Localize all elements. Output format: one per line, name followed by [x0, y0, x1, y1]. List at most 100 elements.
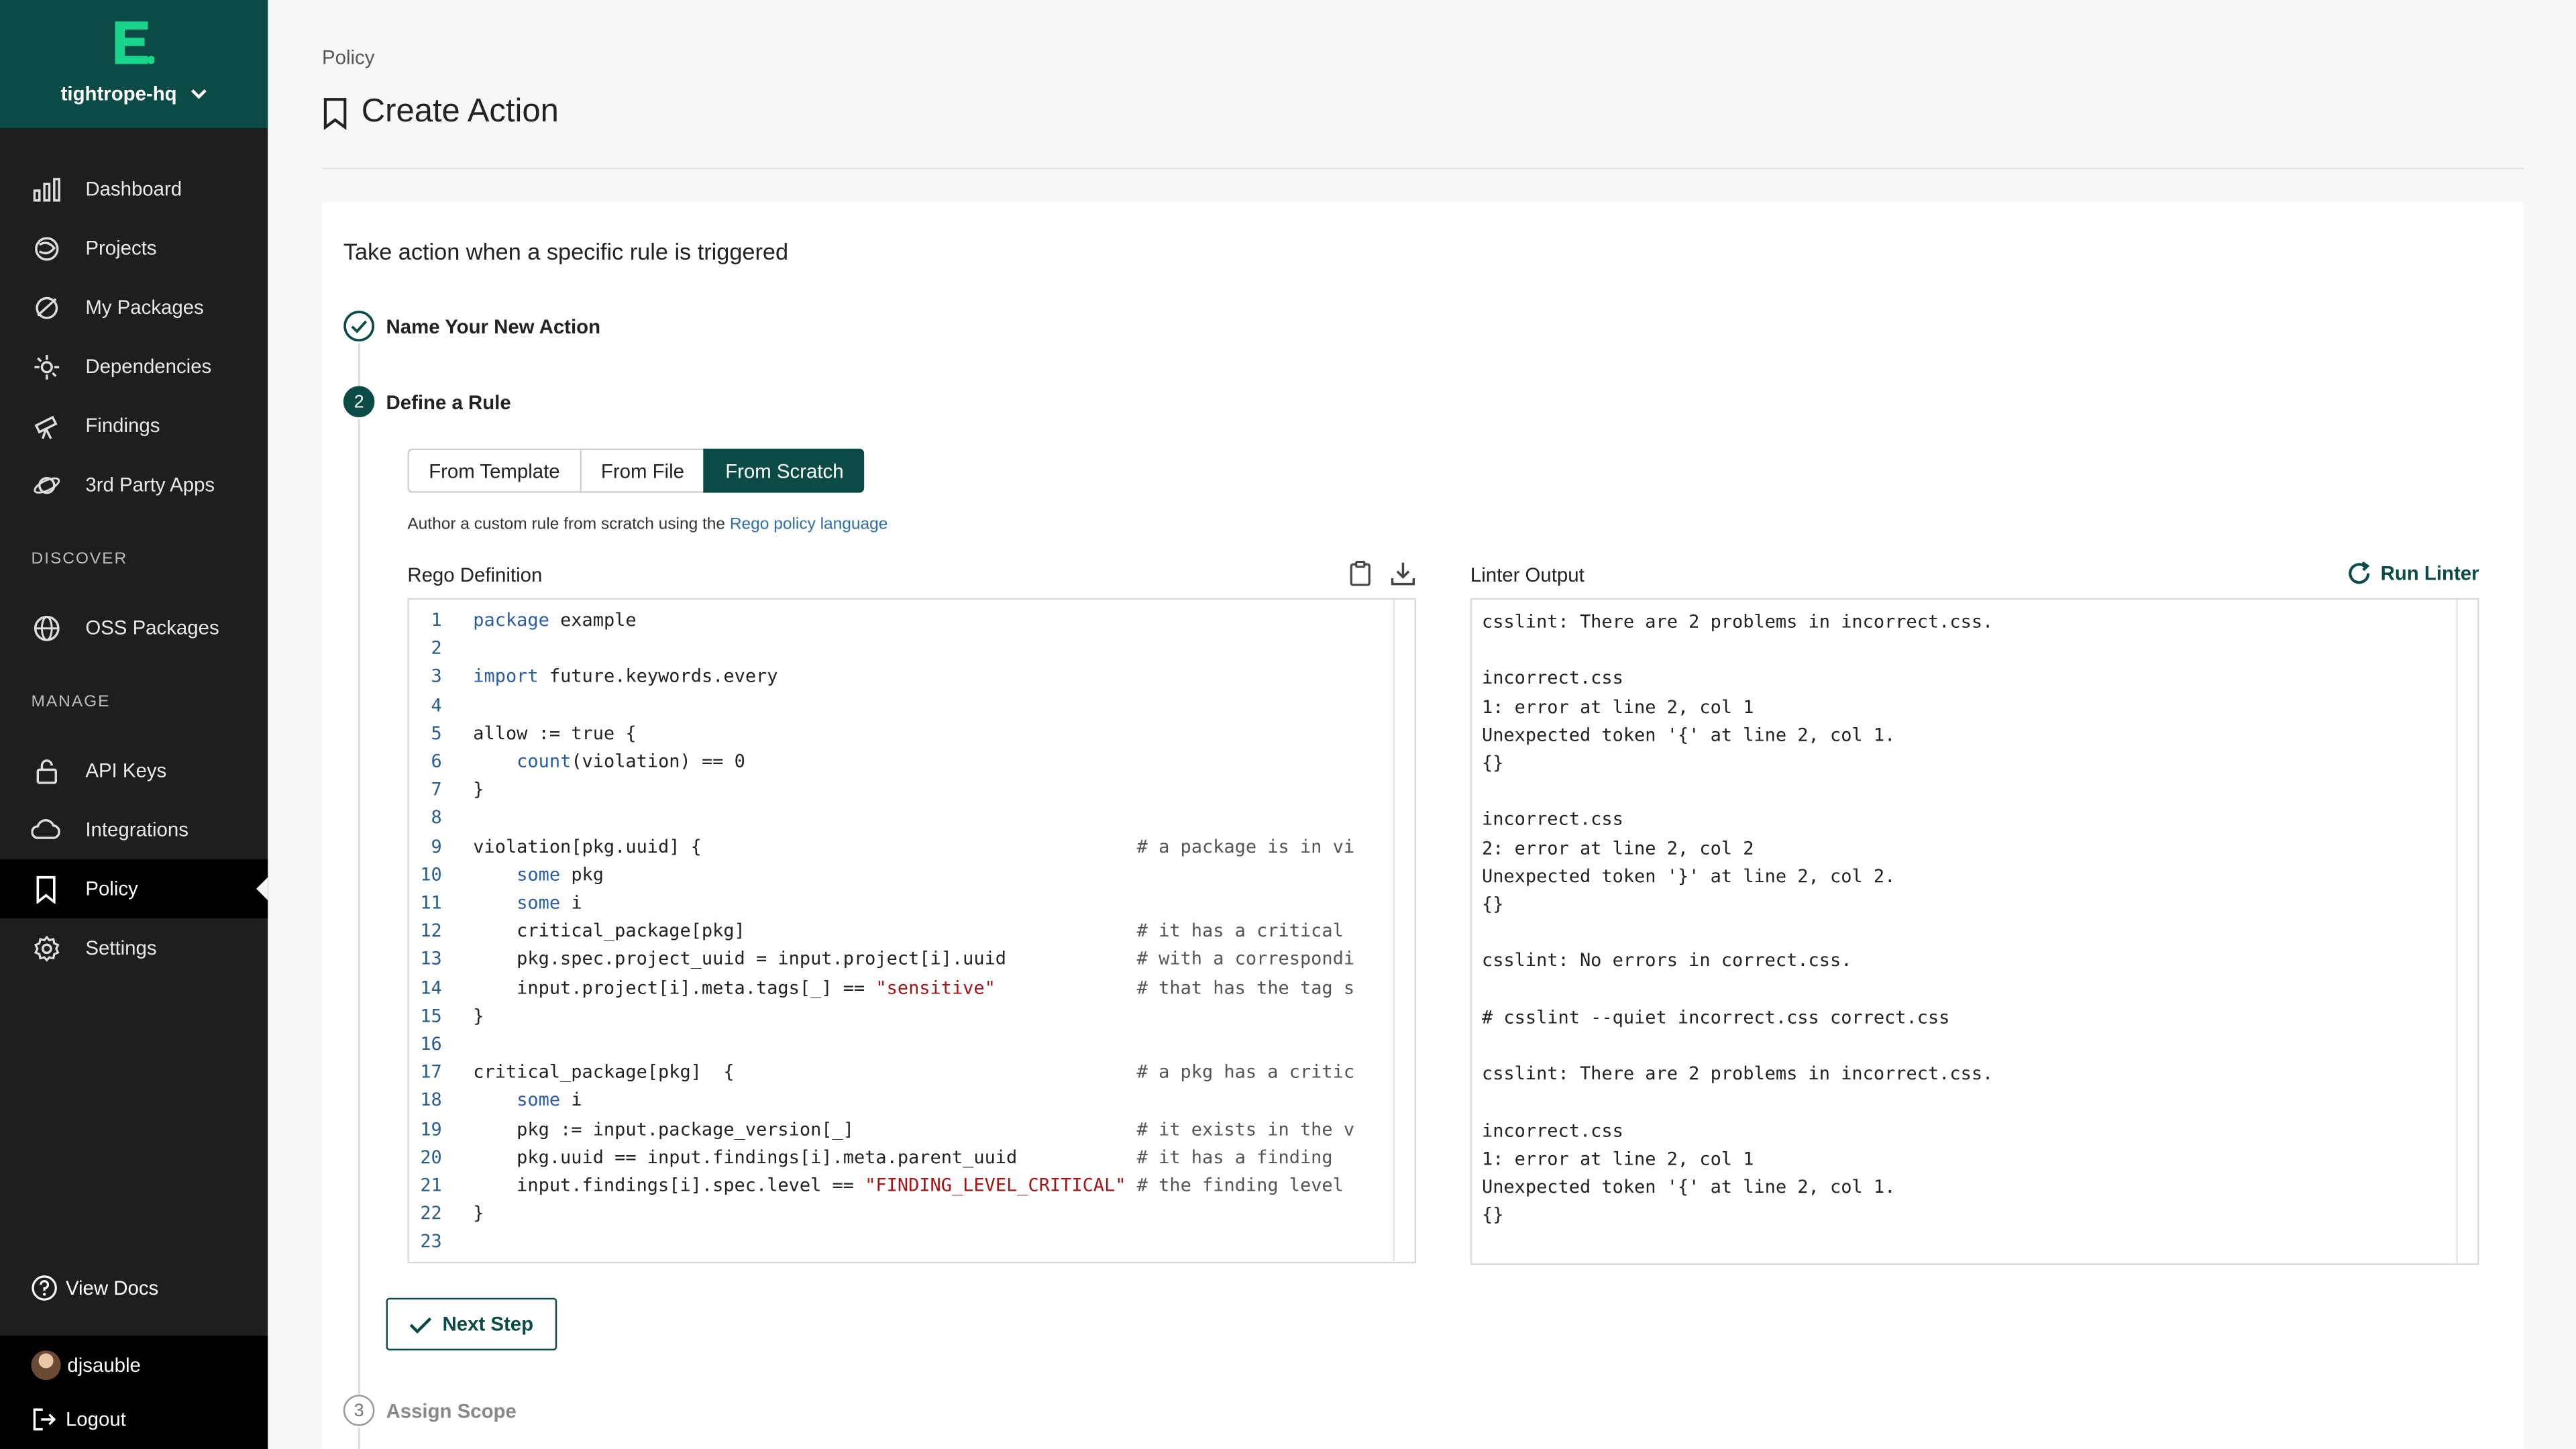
user-profile[interactable]: djsauble: [31, 1350, 141, 1381]
step-complete-icon: [343, 311, 375, 342]
line-number: 5: [431, 722, 442, 744]
packages-icon: [32, 292, 61, 322]
code-text: }: [473, 1005, 484, 1027]
line-number: 21: [420, 1175, 442, 1196]
nav-api-keys[interactable]: API Keys: [0, 741, 268, 800]
linter-line: csslint: No errors in correct.css.: [1481, 950, 1852, 972]
nav-oss-packages[interactable]: OSS Packages: [0, 598, 268, 657]
next-step-button[interactable]: Next Step: [386, 1297, 557, 1351]
nav-3rd-party-apps[interactable]: 3rd Party Apps: [0, 455, 268, 514]
bookmark-icon: [323, 97, 347, 129]
cloud-icon: [31, 815, 61, 845]
code-line: 15}: [409, 1002, 1395, 1030]
linter-line: {}: [1481, 894, 1504, 916]
code-line: 8: [409, 804, 1395, 833]
globe-icon: [32, 612, 61, 642]
view-docs-label: View Docs: [65, 1276, 159, 1300]
nav-findings[interactable]: Findings: [0, 396, 268, 455]
line-number: 11: [420, 892, 442, 914]
telescope-icon: [32, 411, 61, 440]
code-text: some i: [517, 892, 582, 914]
nav-projects[interactable]: Projects: [0, 219, 268, 278]
line-number: 7: [431, 779, 442, 801]
nav-my-packages[interactable]: My Packages: [0, 278, 268, 337]
line-number: 22: [420, 1203, 442, 1224]
card-subtitle: Take action when a specific rule is trig…: [343, 238, 789, 265]
code-line: 20 pkg.uuid == input.findings[i].meta.pa…: [409, 1143, 1395, 1171]
code-line: 11 some i: [409, 889, 1395, 917]
step-1-label[interactable]: Name Your New Action: [386, 315, 601, 338]
code-text: }: [473, 779, 484, 801]
rule-source-tabs: From Template From File From Scratch: [407, 448, 863, 493]
code-line: 10 some pkg: [409, 861, 1395, 889]
linter-scrollbar[interactable]: [2456, 599, 2477, 1264]
help-text-body: Author a custom rule from scratch using …: [407, 515, 726, 534]
line-number: 20: [420, 1146, 442, 1168]
breadcrumb[interactable]: Policy: [322, 46, 374, 69]
code-text: pkg.spec.project_uuid = input.project[i]…: [473, 949, 1355, 970]
nav-label: Policy: [85, 877, 138, 901]
view-docs-link[interactable]: View Docs: [32, 1275, 159, 1301]
tab-from-template[interactable]: From Template: [407, 448, 580, 493]
linter-line: 2: error at line 2, col 2: [1481, 837, 1754, 859]
line-number: 12: [420, 920, 442, 942]
sidebar: tightrope-hq Dashboard Projects My Packa…: [0, 0, 268, 1449]
nav-label: Dependencies: [85, 354, 212, 378]
linter-line: incorrect.css: [1481, 808, 1623, 830]
step-connector: [358, 419, 360, 1395]
linter-line: {}: [1481, 752, 1504, 774]
code-line: 14 input.project[i].meta.tags[_] == "sen…: [409, 973, 1395, 1002]
code-text: package example: [473, 609, 637, 631]
run-linter-button[interactable]: Run Linter: [2346, 560, 2479, 586]
rego-language-link[interactable]: Rego policy language: [730, 516, 888, 534]
nav-label: Projects: [85, 236, 157, 260]
code-line: 13 pkg.spec.project_uuid = input.project…: [409, 945, 1395, 973]
nav-label: Dashboard: [85, 177, 182, 201]
editor-scrollbar[interactable]: [1393, 599, 1415, 1262]
linter-line: csslint: There are 2 problems in incorre…: [1481, 611, 1994, 633]
nav-dashboard[interactable]: Dashboard: [0, 160, 268, 219]
nav-policy[interactable]: Policy: [0, 859, 268, 918]
step-connector: [358, 343, 360, 386]
code-line: 23: [409, 1228, 1395, 1256]
nav-label: OSS Packages: [85, 616, 219, 639]
line-number: 19: [420, 1118, 442, 1140]
logout-label: Logout: [65, 1407, 126, 1432]
linter-line: Unexpected token '{' at line 2, col 1.: [1481, 1176, 1896, 1198]
logout-button[interactable]: Logout: [32, 1406, 126, 1432]
nav-settings[interactable]: Settings: [0, 918, 268, 977]
code-line: 2: [409, 635, 1395, 663]
code-line: 16: [409, 1030, 1395, 1059]
line-number: 3: [431, 665, 442, 688]
linter-line: Unexpected token '{' at line 2, col 1.: [1481, 724, 1896, 746]
org-name: tightrope-hq: [60, 82, 177, 105]
linter-output[interactable]: csslint: There are 2 problems in incorre…: [1470, 598, 2479, 1265]
tab-from-file[interactable]: From File: [580, 448, 704, 493]
lock-icon: [32, 756, 61, 786]
logout-icon: [33, 1408, 56, 1431]
nav-dependencies[interactable]: Dependencies: [0, 337, 268, 396]
next-step-label: Next Step: [442, 1312, 534, 1336]
code-text: some i: [517, 1089, 582, 1112]
code-line: 3 import future.keywords.every: [409, 663, 1395, 691]
code-text: critical_package[pkg] # it has a critica…: [473, 920, 1344, 942]
rego-code-editor[interactable]: 1 package example 2 3 import future.keywords…: [407, 598, 1417, 1264]
line-number: 4: [431, 694, 442, 716]
check-icon: [410, 1316, 432, 1333]
step-3-label: Assign Scope: [386, 1399, 517, 1423]
tab-from-scratch[interactable]: From Scratch: [704, 448, 863, 493]
line-number: 6: [431, 751, 442, 773]
code-text: some pkg: [517, 863, 604, 885]
code-text: count(violation) == 0: [517, 751, 745, 773]
linter-line: {}: [1481, 1204, 1504, 1226]
code-line: 18 some i: [409, 1087, 1395, 1115]
clipboard-icon[interactable]: [1347, 560, 1373, 586]
download-icon[interactable]: [1390, 560, 1416, 586]
code-text: }: [473, 1203, 484, 1224]
code-line: 21 input.findings[i].spec.level == "FIND…: [409, 1171, 1395, 1199]
line-number: 15: [420, 1005, 442, 1027]
nav-integrations[interactable]: Integrations: [0, 800, 268, 859]
org-switcher[interactable]: tightrope-hq: [0, 0, 268, 129]
line-number: 13: [420, 949, 442, 970]
projects-icon: [32, 233, 61, 263]
